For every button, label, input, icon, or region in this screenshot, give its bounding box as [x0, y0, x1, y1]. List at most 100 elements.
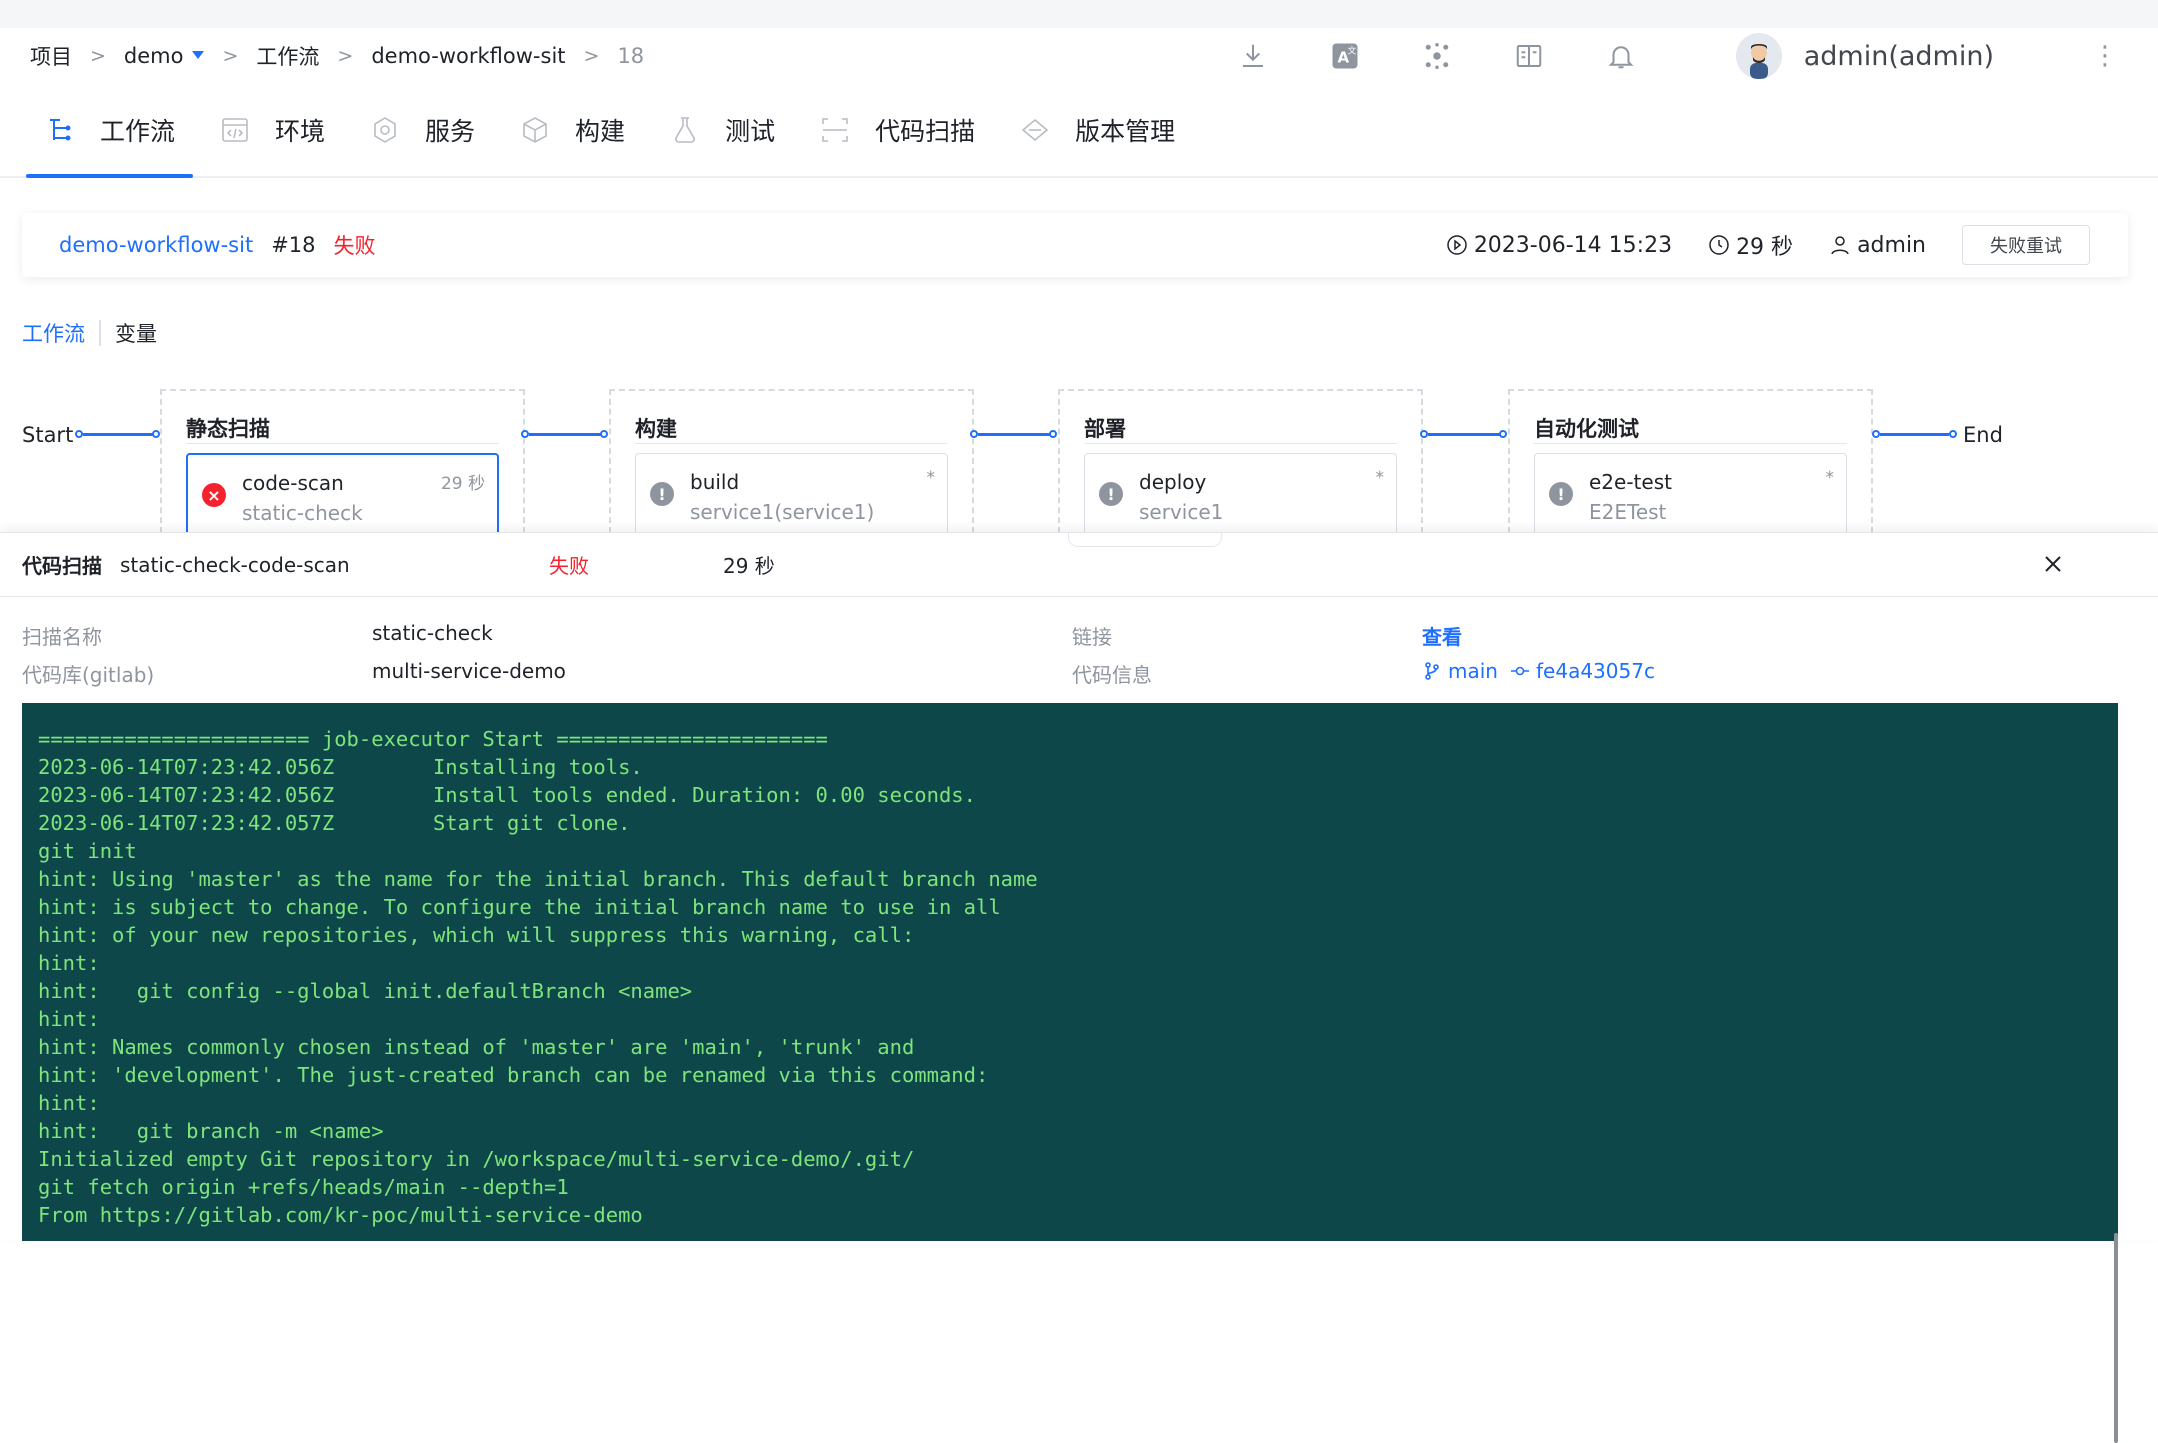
scan-info: 扫描名称 static-check 代码库(gitlab) multi-serv… [0, 597, 2158, 699]
log-scrollbar[interactable] [2114, 1233, 2118, 1443]
tab-label: 代码扫描 [875, 117, 976, 146]
job-card-deploy[interactable]: ! deploy service1 * [1084, 453, 1397, 535]
tab-code-scan[interactable]: 代码扫描 [801, 84, 993, 176]
tab-variables[interactable]: 变量 [115, 318, 157, 348]
job-card-build[interactable]: ! build service1(service1) * [635, 453, 948, 535]
divider [99, 320, 101, 346]
failed-icon: × [202, 483, 226, 507]
tab-service[interactable]: 服务 [351, 84, 493, 176]
stage-title: 静态扫描 [186, 417, 270, 441]
stage-auto-test: 自动化测试 ! e2e-test E2ETest * [1508, 389, 1873, 535]
log-line: git fetch origin +refs/heads/main --dept… [38, 1175, 569, 1199]
user-icon [1831, 236, 1849, 255]
plugin-icon[interactable] [1420, 39, 1454, 73]
tab-build[interactable]: 构建 [501, 84, 643, 176]
job-subtitle: static-check [242, 501, 363, 525]
avatar[interactable] [1735, 33, 1782, 79]
link-label: 链接 [1072, 625, 1112, 649]
job-marker: * [926, 468, 936, 488]
breadcrumb: 项目 > demo > 工作流 > demo-workflow-sit > 18 [30, 41, 644, 71]
play-icon [1447, 235, 1467, 255]
log-line: 2023-06-14T07:23:42.056Z Installing tool… [38, 755, 643, 779]
header: 项目 > demo > 工作流 > demo-workflow-sit > 18… [0, 28, 2158, 84]
connector-line [978, 433, 1053, 436]
close-icon[interactable] [2040, 551, 2066, 577]
divider [1534, 443, 1847, 444]
start-time-value: 2023-06-14 15:23 [1473, 232, 1673, 258]
breadcrumb-separator: > [222, 45, 239, 67]
pending-icon: ! [1099, 482, 1123, 506]
more-menu-icon[interactable]: ⋮ [2092, 43, 2118, 69]
stage-title: 自动化测试 [1534, 417, 1639, 441]
tab-label: 工作流 [100, 117, 176, 146]
chevron-down-icon[interactable] [192, 51, 205, 59]
log-line: hint: of your new repositories, which wi… [38, 923, 915, 947]
tab-workflow-view[interactable]: 工作流 [22, 318, 85, 348]
duration-value: 29 秒 [1736, 235, 1794, 260]
retry-button[interactable]: 失败重试 [1962, 225, 2090, 265]
workflow-link[interactable]: demo-workflow-sit [59, 233, 253, 257]
repo-value: multi-service-demo [372, 659, 566, 683]
environment-icon [222, 118, 248, 142]
download-icon[interactable] [1236, 39, 1270, 73]
job-duration: 29 秒 [440, 474, 485, 494]
header-actions: A文 admin(admin) ⋮ [1178, 28, 2118, 84]
breadcrumb-current: 18 [617, 44, 645, 68]
panel-duration: 29 秒 [723, 554, 775, 578]
log-line: hint: git config --global init.defaultBr… [38, 979, 693, 1003]
job-marker: * [1375, 468, 1385, 488]
tab-test[interactable]: 测试 [651, 84, 793, 176]
breadcrumb-workflow-name[interactable]: demo-workflow-sit [371, 44, 565, 68]
stage-deploy: 部署 ! deploy service1 * [1058, 389, 1423, 535]
job-card-e2e-test[interactable]: ! e2e-test E2ETest * [1534, 453, 1847, 535]
panel-drag-handle[interactable] [1068, 533, 1222, 547]
job-subtitle: service1(service1) [690, 500, 875, 524]
breadcrumb-demo[interactable]: demo [124, 44, 184, 68]
bell-icon[interactable] [1604, 39, 1638, 73]
log-console[interactable]: ====================== job-executor Star… [22, 703, 2118, 1241]
module-tabs: 工作流 环境 服务 构建 测试 代码扫描 版本管理 [0, 84, 2158, 178]
connector-dot [1499, 430, 1507, 438]
docs-icon[interactable] [1512, 39, 1546, 73]
branch-icon [1425, 662, 1439, 680]
log-lines: ====================== job-executor Star… [38, 725, 2102, 1229]
job-subtitle: service1 [1139, 500, 1224, 524]
log-line: 2023-06-14T07:23:42.057Z Start git clone… [38, 811, 631, 835]
tab-workflow[interactable]: 工作流 [26, 84, 194, 178]
breadcrumb-workflow[interactable]: 工作流 [256, 41, 319, 71]
pipeline-start: Start [22, 423, 74, 447]
breadcrumb-project[interactable]: 项目 [30, 41, 72, 71]
log-line: hint: Names commonly chosen instead of '… [38, 1035, 915, 1059]
commit-icon [1511, 666, 1529, 676]
branch-link[interactable]: main [1422, 659, 1498, 683]
connector-dot [1872, 430, 1880, 438]
connector-dot [1420, 430, 1428, 438]
tab-label: 测试 [725, 117, 776, 146]
connector-dot [152, 430, 160, 438]
sub-tabs: 工作流 变量 [22, 318, 157, 348]
commit-value: fe4a43057c [1536, 659, 1655, 683]
tab-version[interactable]: 版本管理 [1001, 84, 1193, 176]
log-line: ====================== job-executor Star… [38, 727, 828, 751]
tab-label: 版本管理 [1075, 117, 1176, 146]
log-line: Initialized empty Git repository in /wor… [38, 1147, 915, 1171]
log-line: From https://gitlab.com/kr-poc/multi-ser… [38, 1203, 643, 1227]
job-marker: * [1825, 468, 1835, 488]
run-number: #18 [271, 233, 316, 257]
view-link[interactable]: 查看 [1422, 621, 1462, 650]
connector-line [1880, 433, 1949, 436]
tab-environment[interactable]: 环境 [201, 84, 343, 176]
breadcrumb-separator: > [337, 45, 354, 67]
job-name: deploy [1139, 470, 1207, 494]
workflow-icon [50, 119, 71, 141]
breadcrumb-separator: > [583, 45, 600, 67]
clock-icon [1709, 235, 1729, 255]
top-strip [0, 0, 2158, 28]
user-name[interactable]: admin(admin) [1804, 41, 1994, 72]
job-card-code-scan[interactable]: × code-scan static-check 29 秒 [186, 453, 499, 535]
translate-icon[interactable]: A文 [1328, 39, 1362, 73]
stage-static-scan: 静态扫描 × code-scan static-check 29 秒 [160, 389, 525, 535]
connector-line [1428, 433, 1503, 436]
commit-link[interactable]: fe4a43057c [1510, 659, 1655, 683]
status-badge: 失败 [333, 234, 376, 258]
